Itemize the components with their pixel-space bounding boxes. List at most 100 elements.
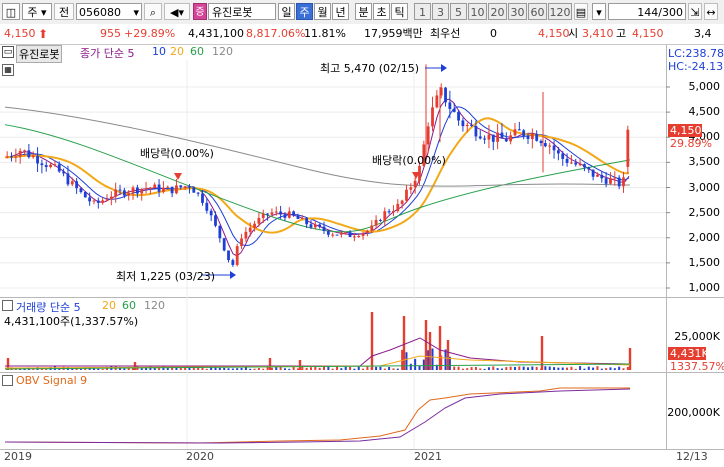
annotations bbox=[174, 64, 447, 279]
last-volume-pct: 1337.57% bbox=[670, 360, 724, 373]
volume-bar bbox=[331, 368, 334, 370]
volume-bar bbox=[457, 366, 460, 370]
volume-bar bbox=[101, 368, 104, 370]
volume-bar bbox=[140, 368, 143, 370]
volume-bar bbox=[531, 366, 534, 370]
volume-bar bbox=[583, 368, 586, 370]
candle-body bbox=[487, 134, 491, 140]
candle-body bbox=[335, 234, 339, 236]
candle-body bbox=[118, 189, 122, 191]
legend-vol-ma20[interactable]: 20 bbox=[102, 299, 116, 312]
legend-ma10[interactable]: 10 bbox=[152, 45, 166, 58]
candle-body bbox=[166, 186, 170, 188]
volume-bar bbox=[513, 366, 516, 370]
candle-body bbox=[240, 238, 243, 247]
volume-bar bbox=[349, 367, 352, 370]
candle-body bbox=[600, 174, 604, 179]
price-tick-label: 3,000 bbox=[688, 180, 721, 194]
candle-body bbox=[153, 184, 157, 188]
candle-body bbox=[561, 153, 565, 159]
candle-body bbox=[543, 143, 547, 147]
candle-body bbox=[62, 171, 65, 174]
candle-body bbox=[383, 211, 387, 221]
candle-body bbox=[179, 185, 183, 188]
xaxis-label-2019: 2019 bbox=[4, 450, 32, 463]
candle-body bbox=[318, 224, 322, 227]
candle-body bbox=[565, 158, 569, 163]
candle-body bbox=[344, 232, 348, 234]
candle-body bbox=[244, 231, 248, 239]
candle-body bbox=[500, 132, 504, 139]
legend-ma120[interactable]: 120 bbox=[212, 45, 233, 58]
volume-bar bbox=[438, 326, 442, 370]
volume-bar bbox=[292, 367, 295, 370]
candle-body bbox=[379, 219, 382, 221]
lc-label: LC:238.78 bbox=[668, 47, 724, 60]
candle-body bbox=[296, 215, 300, 219]
candle-body bbox=[70, 181, 74, 185]
volume-bar bbox=[483, 368, 486, 370]
volume-bar bbox=[357, 366, 360, 370]
candle-body bbox=[509, 135, 513, 142]
volume-bar bbox=[236, 368, 239, 370]
candle-body bbox=[88, 197, 92, 202]
candle-body bbox=[326, 231, 330, 235]
legend-obv[interactable]: OBV Signal 9 bbox=[16, 374, 87, 387]
legend-stock-name[interactable]: 유진로봇 bbox=[16, 45, 63, 63]
volume-bar bbox=[418, 365, 421, 370]
legend-ma60[interactable]: 60 bbox=[190, 45, 204, 58]
candle-body bbox=[96, 200, 100, 203]
max-price-label: 최고 5,470 (02/15) bbox=[320, 62, 420, 75]
volume-bar bbox=[414, 358, 417, 370]
volume-bar bbox=[396, 368, 399, 370]
volume-bar bbox=[509, 366, 512, 370]
xaxis-label-2021: 2021 bbox=[414, 450, 442, 463]
candle-body bbox=[574, 162, 578, 165]
candle-body bbox=[339, 232, 343, 235]
volume-bar bbox=[626, 366, 629, 370]
legend-vol-ma60[interactable]: 60 bbox=[122, 299, 136, 312]
candle-body bbox=[300, 218, 304, 220]
legend-ma20[interactable]: 20 bbox=[170, 45, 184, 58]
volume-value: 4,431,100주(1,337.57%) bbox=[4, 315, 139, 328]
xaxis-label-2020: 2020 bbox=[186, 450, 214, 463]
candle-body bbox=[622, 177, 625, 187]
volume-bar bbox=[579, 366, 582, 370]
pane-toggle-icon[interactable] bbox=[2, 375, 13, 386]
candle-body bbox=[556, 150, 560, 154]
volume-bar bbox=[205, 368, 208, 370]
candle-body bbox=[452, 108, 456, 112]
legend-vol-ma120[interactable]: 120 bbox=[144, 299, 165, 312]
volume-bar bbox=[409, 363, 412, 370]
pane-toggle-icon[interactable] bbox=[2, 300, 13, 311]
volume-bar bbox=[227, 368, 230, 370]
candle-body bbox=[57, 164, 61, 172]
candle-body bbox=[596, 174, 599, 177]
moving-average-lines bbox=[4, 98, 631, 257]
candle-body bbox=[109, 196, 113, 200]
volume-bar bbox=[318, 367, 321, 370]
candle-body bbox=[23, 150, 26, 152]
legend-ma5[interactable]: 종가 단순 5 bbox=[80, 45, 134, 61]
candle-body bbox=[361, 232, 365, 237]
candle-body bbox=[209, 210, 213, 216]
volume-bar bbox=[453, 366, 456, 370]
volume-legend: 거래량 단순 5 20 60 120 4,431,100주(1,337.57%) bbox=[0, 299, 660, 328]
candle-body bbox=[144, 188, 148, 190]
grid-toggle-icon[interactable]: ▦ bbox=[2, 64, 14, 76]
candle-body bbox=[5, 156, 9, 158]
candle-body bbox=[331, 234, 335, 236]
candle-body bbox=[626, 129, 630, 167]
candle-body bbox=[266, 213, 269, 215]
min-arrow-icon bbox=[230, 271, 236, 279]
last-price-badge: 4,150 bbox=[668, 124, 702, 137]
volume-bar bbox=[461, 368, 464, 370]
price-tick-label: 3,500 bbox=[688, 155, 721, 169]
volume-bar bbox=[223, 367, 226, 370]
volume-bar bbox=[466, 368, 469, 370]
candle-body bbox=[127, 192, 131, 196]
candle-body bbox=[283, 214, 287, 218]
volume-bar bbox=[431, 348, 434, 370]
volume-bar bbox=[609, 367, 612, 370]
pane-menu-icon[interactable]: ▭ bbox=[2, 46, 14, 58]
